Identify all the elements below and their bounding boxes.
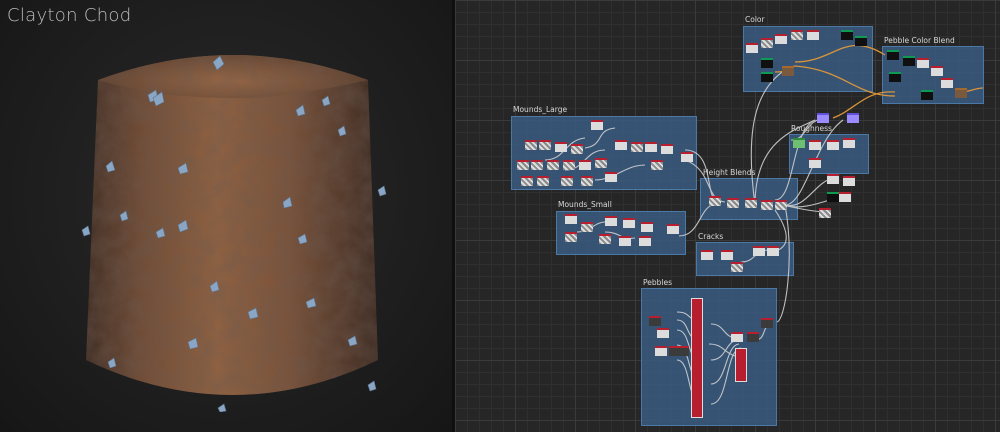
graph-node[interactable] <box>727 198 739 208</box>
graph-node[interactable] <box>855 36 867 46</box>
graph-node[interactable] <box>809 158 821 168</box>
graph-node[interactable] <box>547 160 559 170</box>
graph-node[interactable] <box>791 30 803 40</box>
graph-node[interactable] <box>555 142 567 152</box>
graph-node[interactable] <box>761 318 773 328</box>
material-preview-cylinder[interactable] <box>78 40 388 412</box>
graph-node[interactable] <box>667 224 679 234</box>
graph-node[interactable] <box>531 160 543 170</box>
graph-node[interactable] <box>581 176 593 186</box>
graph-node[interactable] <box>537 176 549 186</box>
graph-node[interactable] <box>655 346 667 356</box>
graph-node[interactable] <box>581 222 593 232</box>
graph-node[interactable] <box>793 138 805 148</box>
graph-node[interactable] <box>745 198 757 208</box>
graph-node[interactable] <box>639 236 651 246</box>
graph-node[interactable] <box>615 140 627 150</box>
graph-node[interactable] <box>605 216 617 226</box>
graph-node[interactable] <box>817 113 829 123</box>
graph-node[interactable] <box>917 58 929 68</box>
graph-node[interactable] <box>747 332 759 342</box>
pebble-blend-node[interactable] <box>735 348 747 382</box>
graph-node[interactable] <box>517 160 529 170</box>
graph-node[interactable] <box>701 250 713 260</box>
graph-node[interactable] <box>721 250 733 260</box>
graph-node[interactable] <box>761 200 773 210</box>
graph-node[interactable] <box>571 144 583 154</box>
graph-node[interactable] <box>619 236 631 246</box>
graph-node[interactable] <box>623 218 635 228</box>
graph-node[interactable] <box>827 140 839 150</box>
graph-node[interactable] <box>775 34 787 44</box>
graph-node[interactable] <box>595 158 607 168</box>
graph-node[interactable] <box>649 316 661 326</box>
pebble-scatter-stack[interactable] <box>691 298 703 418</box>
3d-viewport[interactable]: Clayton Chod <box>0 0 452 432</box>
graph-node[interactable] <box>645 142 657 152</box>
graph-node[interactable] <box>525 140 537 150</box>
cylinder-texture <box>86 55 378 395</box>
author-label: Clayton Chod <box>7 5 132 26</box>
graph-node[interactable] <box>889 72 901 82</box>
graph-node[interactable] <box>731 332 743 342</box>
graph-node[interactable] <box>605 172 617 182</box>
graph-node[interactable] <box>565 214 577 224</box>
graph-node[interactable] <box>599 234 611 244</box>
graph-node[interactable] <box>921 90 933 100</box>
graph-node[interactable] <box>561 176 573 186</box>
graph-node[interactable] <box>827 192 839 202</box>
graph-node[interactable] <box>955 88 967 98</box>
graph-node[interactable] <box>775 200 787 210</box>
graph-node[interactable] <box>565 232 577 242</box>
graph-node[interactable] <box>661 144 673 154</box>
graph-node[interactable] <box>591 120 603 130</box>
graph-node[interactable] <box>761 72 773 82</box>
graph-node[interactable] <box>579 160 591 170</box>
graph-node[interactable] <box>931 66 943 76</box>
graph-node[interactable] <box>746 43 758 53</box>
graph-node[interactable] <box>809 140 821 150</box>
graph-node[interactable] <box>941 78 953 88</box>
graph-node[interactable] <box>761 58 773 68</box>
graph-node[interactable] <box>677 346 689 356</box>
graph-node[interactable] <box>887 50 899 60</box>
node-graph-canvas[interactable]: Color Pebble Color Blend Mounds_Large Ro… <box>455 0 1000 432</box>
graph-node[interactable] <box>521 176 533 186</box>
graph-node[interactable] <box>827 174 839 184</box>
graph-node[interactable] <box>819 208 831 218</box>
graph-node[interactable] <box>807 30 819 40</box>
graph-node[interactable] <box>847 113 859 123</box>
graph-node[interactable] <box>767 246 779 256</box>
graph-node[interactable] <box>709 196 721 206</box>
graph-node[interactable] <box>841 30 853 40</box>
graph-node[interactable] <box>782 66 794 76</box>
graph-node[interactable] <box>563 160 575 170</box>
graph-node[interactable] <box>657 328 669 338</box>
graph-node[interactable] <box>731 262 743 272</box>
graph-node[interactable] <box>641 222 653 232</box>
graph-node[interactable] <box>651 160 663 170</box>
graph-node[interactable] <box>839 192 851 202</box>
graph-node[interactable] <box>631 142 643 152</box>
graph-node[interactable] <box>903 56 915 66</box>
graph-node[interactable] <box>843 138 855 148</box>
graph-node[interactable] <box>681 152 693 162</box>
graph-node[interactable] <box>761 38 773 48</box>
graph-node[interactable] <box>843 176 855 186</box>
graph-node[interactable] <box>753 246 765 256</box>
graph-node[interactable] <box>539 140 551 150</box>
